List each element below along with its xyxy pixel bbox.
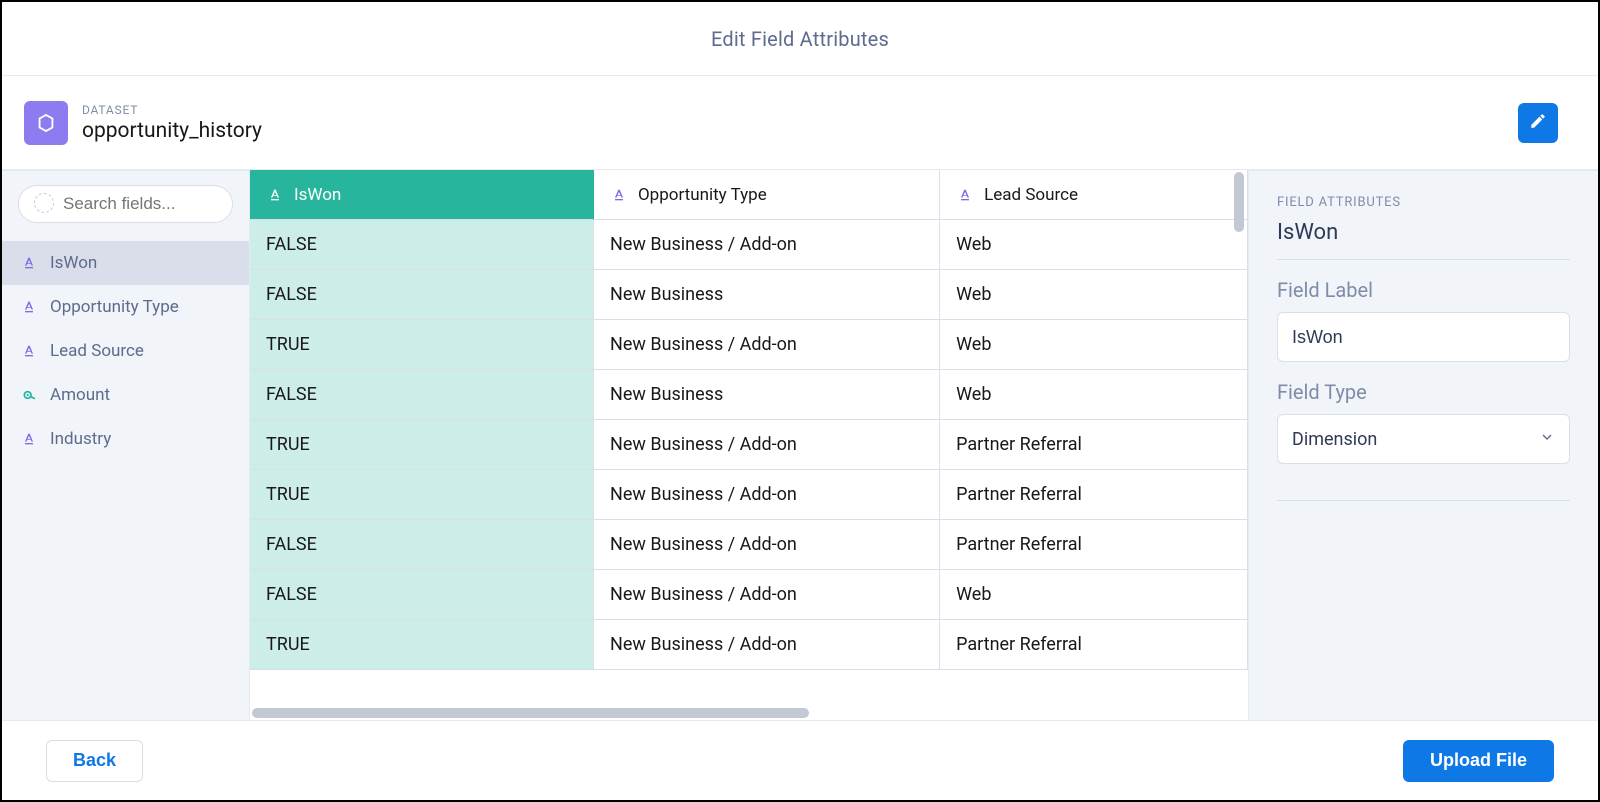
table-row: TRUENew Business / Add-onPartner Referra… <box>250 470 1248 520</box>
table-cell: Web <box>940 370 1248 420</box>
vertical-scrollbar[interactable] <box>1234 172 1244 232</box>
table-row: FALSENew BusinessWeb <box>250 370 1248 420</box>
table-cell: FALSE <box>250 570 594 620</box>
dataset-name: opportunity_history <box>82 119 262 143</box>
sidebar-field-label: Amount <box>50 385 110 405</box>
spinner-icon <box>34 193 54 213</box>
dimension-icon <box>610 187 628 203</box>
dimension-icon <box>20 431 38 447</box>
horizontal-scrollbar-thumb[interactable] <box>252 708 809 718</box>
table-cell: TRUE <box>250 470 594 520</box>
upload-file-button[interactable]: Upload File <box>1403 740 1554 782</box>
table-cell: New Business <box>594 270 940 320</box>
table-cell: New Business <box>594 370 940 420</box>
data-table-area: IsWonOpportunity TypeLead Source FALSENe… <box>250 170 1248 720</box>
table-cell: FALSE <box>250 520 594 570</box>
table-cell: New Business / Add-on <box>594 320 940 370</box>
sidebar-field-lead-source[interactable]: Lead Source <box>2 329 249 373</box>
table-cell: Web <box>940 320 1248 370</box>
table-cell: Web <box>940 270 1248 320</box>
field-attributes-panel: FIELD ATTRIBUTES IsWon Field Label Field… <box>1248 170 1598 720</box>
measure-icon <box>20 387 38 403</box>
table-cell: FALSE <box>250 270 594 320</box>
dataset-eyebrow: DATASET <box>82 103 262 117</box>
field-type-value: Dimension <box>1292 429 1377 450</box>
page-title-text: Edit Field Attributes <box>711 27 889 51</box>
table-cell: FALSE <box>250 220 594 270</box>
sidebar-field-label: Lead Source <box>50 341 144 361</box>
footer: Back Upload File <box>2 720 1598 800</box>
sidebar-field-label: IsWon <box>50 253 97 273</box>
attributes-eyebrow: FIELD ATTRIBUTES <box>1277 195 1570 210</box>
field-label-input[interactable] <box>1277 312 1570 362</box>
table-cell: New Business / Add-on <box>594 470 940 520</box>
table-cell: New Business / Add-on <box>594 570 940 620</box>
dimension-icon <box>20 255 38 271</box>
table-row: FALSENew BusinessWeb <box>250 270 1248 320</box>
dimension-icon <box>956 187 974 203</box>
table-cell: TRUE <box>250 320 594 370</box>
dimension-icon <box>266 187 284 203</box>
back-button[interactable]: Back <box>46 740 143 782</box>
data-table: IsWonOpportunity TypeLead Source FALSENe… <box>250 170 1248 670</box>
table-row: FALSENew Business / Add-onWeb <box>250 570 1248 620</box>
table-cell: New Business / Add-on <box>594 420 940 470</box>
horizontal-scrollbar[interactable] <box>250 706 1248 720</box>
edit-dataset-button[interactable] <box>1518 103 1558 143</box>
page-title: Edit Field Attributes <box>2 2 1598 76</box>
dimension-icon <box>20 299 38 315</box>
table-cell: Partner Referral <box>940 420 1248 470</box>
table-row: TRUENew Business / Add-onPartner Referra… <box>250 620 1248 670</box>
pencil-icon <box>1529 112 1547 133</box>
sidebar-field-label: Opportunity Type <box>50 297 179 317</box>
column-header-iswon[interactable]: IsWon <box>250 170 594 220</box>
sidebar-field-amount[interactable]: Amount <box>2 373 249 417</box>
dimension-icon <box>20 343 38 359</box>
table-cell: Partner Referral <box>940 520 1248 570</box>
field-sidebar: IsWon Opportunity Type Lead Source Amount In… <box>2 170 250 720</box>
sidebar-field-iswon[interactable]: IsWon <box>2 241 249 285</box>
table-cell: Partner Referral <box>940 470 1248 520</box>
column-header-label: Lead Source <box>984 185 1078 205</box>
table-cell: Partner Referral <box>940 620 1248 670</box>
attributes-field-name: IsWon <box>1277 220 1570 260</box>
table-cell: New Business / Add-on <box>594 620 940 670</box>
dataset-bar: DATASET opportunity_history <box>2 76 1598 170</box>
field-type-label: Field Type <box>1277 380 1570 404</box>
sidebar-field-industry[interactable]: Industry <box>2 417 249 461</box>
table-cell: TRUE <box>250 620 594 670</box>
column-header-opportunity-type[interactable]: Opportunity Type <box>594 170 940 220</box>
column-header-lead-source[interactable]: Lead Source <box>940 170 1248 220</box>
column-header-label: Opportunity Type <box>638 185 767 205</box>
panel-divider <box>1277 500 1570 501</box>
table-cell: FALSE <box>250 370 594 420</box>
sidebar-field-label: Industry <box>50 429 111 449</box>
table-cell: New Business / Add-on <box>594 220 940 270</box>
table-row: TRUENew Business / Add-onPartner Referra… <box>250 420 1248 470</box>
table-cell: TRUE <box>250 420 594 470</box>
sidebar-field-opportunity-type[interactable]: Opportunity Type <box>2 285 249 329</box>
table-row: FALSENew Business / Add-onPartner Referr… <box>250 520 1248 570</box>
dataset-icon <box>24 101 68 145</box>
column-header-label: IsWon <box>294 185 341 205</box>
table-row: TRUENew Business / Add-onWeb <box>250 320 1248 370</box>
chevron-down-icon <box>1539 429 1555 450</box>
table-cell: Web <box>940 220 1248 270</box>
field-type-select[interactable]: Dimension <box>1277 414 1570 464</box>
table-row: FALSENew Business / Add-onWeb <box>250 220 1248 270</box>
table-cell: New Business / Add-on <box>594 520 940 570</box>
field-label-label: Field Label <box>1277 278 1570 302</box>
table-cell: Web <box>940 570 1248 620</box>
